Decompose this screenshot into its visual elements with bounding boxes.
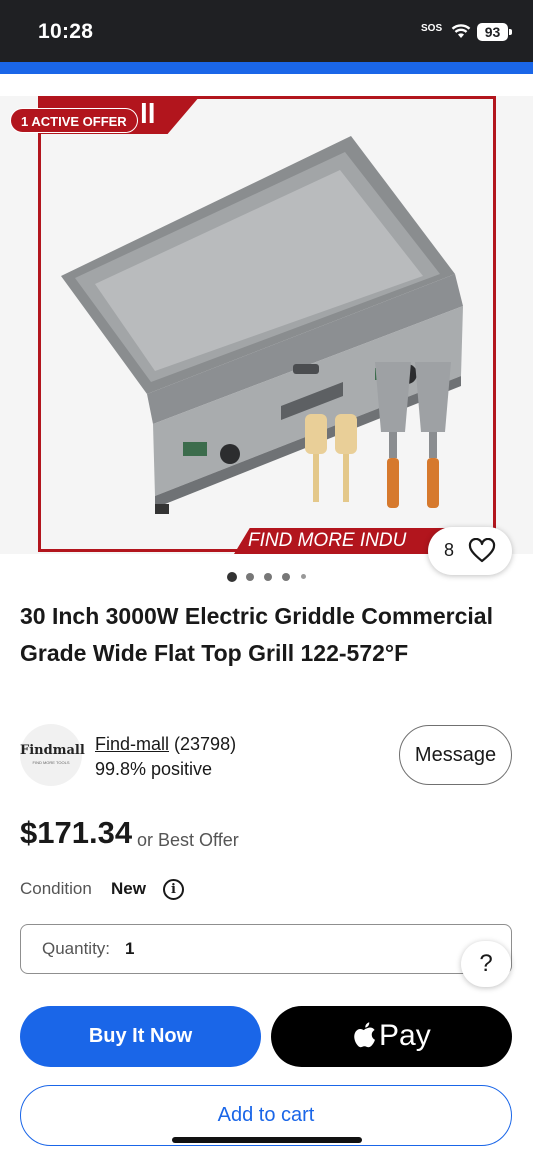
battery-indicator: 93 (477, 23, 508, 41)
watch-button[interactable]: 8 (428, 527, 512, 575)
apple-pay-label: Pay (379, 1019, 431, 1052)
info-icon[interactable]: i (163, 879, 184, 900)
heart-icon (468, 538, 496, 563)
seller-rating-count: (23798) (174, 734, 237, 754)
page-dot (301, 574, 306, 579)
seller-logo-subtext: FIND MORE TOOLS (32, 760, 70, 765)
seller-logo-text: Findmall (20, 743, 85, 758)
quantity-field[interactable]: Quantity: 1 (20, 924, 512, 974)
quantity-label: Quantity: (42, 939, 111, 958)
condition-label: Condition (20, 879, 92, 898)
seller-info: Find-mall (23798) (95, 734, 236, 755)
product-title: 30 Inch 3000W Electric Griddle Commercia… (20, 603, 493, 666)
status-time: 10:28 (38, 20, 94, 43)
page-dot-active (227, 572, 237, 582)
message-button[interactable]: Message (399, 725, 512, 785)
apple-pay-button[interactable]: Pay (271, 1006, 512, 1067)
wifi-icon (451, 24, 471, 38)
header-gap (0, 74, 533, 96)
home-indicator (172, 1137, 362, 1143)
page-dot (246, 573, 254, 581)
seller-avatar[interactable]: Findmall FIND MORE TOOLS (20, 724, 85, 786)
banner-bottom-text: FIND MORE INDU (248, 530, 407, 551)
buy-it-now-button[interactable]: Buy It Now (20, 1006, 261, 1067)
page-dot (282, 573, 290, 581)
sos-indicator: SOS (421, 23, 443, 34)
condition-value: New (111, 879, 146, 898)
apple-icon (354, 1022, 375, 1048)
watch-count: 8 (444, 540, 455, 560)
active-offer-badge[interactable]: 1 ACTIVE OFFER (10, 108, 138, 133)
help-button[interactable]: ? (461, 941, 511, 987)
status-bar: 10:28 SOS 93 (0, 0, 533, 62)
page-dot (264, 573, 272, 581)
price: $171.34 (20, 815, 133, 850)
product-image (61, 136, 463, 514)
best-offer-note: or Best Offer (137, 830, 239, 850)
quantity-value: 1 (125, 939, 135, 958)
seller-name-link[interactable]: Find-mall (95, 734, 169, 754)
seller-feedback: 99.8% positive (95, 759, 213, 779)
banner-top-text: ll (140, 98, 156, 129)
header-accent-strip (0, 62, 533, 74)
battery-tip (509, 29, 512, 35)
product-image-gallery[interactable]: ll FIND MORE INDU 1 ACTIVE OFFER (0, 96, 533, 554)
